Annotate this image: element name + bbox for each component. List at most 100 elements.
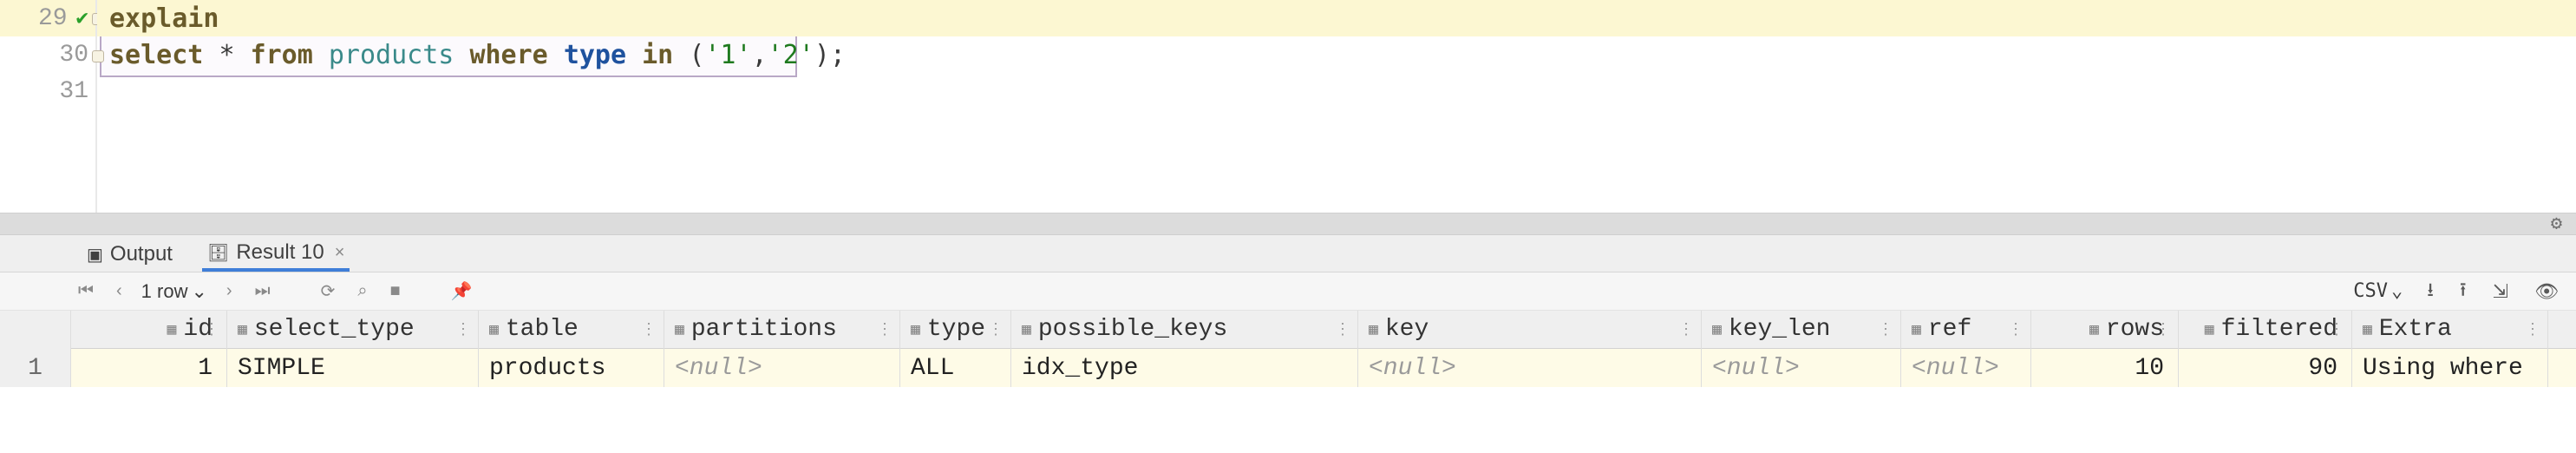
split-view-button[interactable]: ⇲: [2488, 280, 2514, 303]
csv-label: CSV: [2353, 280, 2388, 302]
code-line-31[interactable]: [97, 73, 2576, 109]
result-tabs-bar: ▣ Output 🗄 Result 10 ×: [0, 235, 2576, 272]
gutter-line-31: 31: [0, 73, 95, 109]
column-header-ref[interactable]: ▦ ref ⋮: [1901, 311, 2031, 349]
cell-extra[interactable]: Using where: [2352, 349, 2548, 387]
column-icon: ▦: [1912, 320, 1921, 339]
sort-icon[interactable]: ⋮: [877, 320, 892, 339]
stop-button[interactable]: ■: [387, 281, 404, 301]
row-number-header[interactable]: [0, 311, 71, 349]
cell-key[interactable]: <null>: [1358, 349, 1702, 387]
last-page-button[interactable]: ⏭: [252, 281, 274, 301]
cell-type[interactable]: ALL: [900, 349, 1011, 387]
sort-icon[interactable]: ⋮: [455, 320, 471, 339]
column-icon: ▦: [238, 320, 247, 339]
sort-icon[interactable]: ⋮: [1335, 320, 1350, 339]
first-page-button[interactable]: ⏮: [75, 281, 97, 301]
sort-icon[interactable]: ⋮: [2155, 320, 2171, 339]
semicolon: ;: [830, 40, 846, 70]
find-button[interactable]: ⌕: [354, 281, 370, 301]
column-icon: ▦: [911, 320, 920, 339]
column-label: key_len: [1729, 316, 1831, 343]
code-line-30[interactable]: select * from products where type in ('1…: [97, 36, 2576, 73]
prev-page-button[interactable]: ‹: [113, 281, 126, 301]
check-icon: ✔: [76, 5, 88, 31]
sort-icon[interactable]: ⋮: [2525, 320, 2540, 339]
gear-icon[interactable]: ⚙: [2551, 213, 2562, 235]
column-header-possible-keys[interactable]: ▦possible_keys⋮: [1011, 311, 1358, 349]
column-header-key[interactable]: ▦key⋮: [1358, 311, 1702, 349]
sort-icon[interactable]: ⋮: [988, 320, 1004, 339]
download-button[interactable]: ⭳: [2422, 275, 2439, 308]
table-row[interactable]: 1 1 SIMPLE products <null> ALL idx_type …: [0, 349, 2576, 387]
sort-icon[interactable]: ⋮: [1678, 320, 1694, 339]
column-header-filtered[interactable]: ▦filtered⋮: [2179, 311, 2352, 349]
row-number-cell[interactable]: 1: [0, 349, 71, 387]
cell-possible-keys[interactable]: idx_type: [1011, 349, 1358, 387]
cell-key-len[interactable]: <null>: [1702, 349, 1901, 387]
tab-label: Output: [110, 242, 173, 266]
column-label: select_type: [254, 316, 415, 343]
sort-icon[interactable]: ⋮: [2008, 320, 2024, 339]
ident-type: type: [564, 40, 626, 70]
column-icon: ▦: [675, 320, 684, 339]
cell-ref[interactable]: <null>: [1901, 349, 2031, 387]
sort-icon[interactable]: ⋮: [204, 320, 219, 339]
panel-splitter[interactable]: ⚙: [0, 213, 2576, 235]
column-icon: ▦: [2363, 320, 2372, 339]
column-header-rows[interactable]: ▦rows⋮: [2031, 311, 2179, 349]
keyword-where: where: [469, 40, 547, 70]
keyword-from: from: [251, 40, 313, 70]
column-header-key-len[interactable]: ▦key_len⋮: [1702, 311, 1901, 349]
cell-partitions[interactable]: <null>: [664, 349, 900, 387]
column-icon: ▦: [1022, 320, 1031, 339]
tab-label: Result 10: [236, 240, 324, 265]
chevron-down-icon: ⌄: [191, 280, 206, 303]
column-header-partitions[interactable]: ▦partitions⋮: [664, 311, 900, 349]
ident-products: products: [329, 40, 454, 70]
cell-id[interactable]: 1: [71, 349, 227, 387]
cell-rows[interactable]: 10: [2031, 349, 2179, 387]
row-count-dropdown[interactable]: 1 row ⌄: [141, 280, 207, 303]
editor-gutter: 29 ✔ 30 31: [0, 0, 95, 213]
tab-result-10[interactable]: 🗄 Result 10 ×: [202, 237, 350, 272]
column-header-id[interactable]: ▦id⋮: [71, 311, 227, 349]
result-grid: ▦id⋮ ▦select_type⋮ ▦table⋮ ▦partitions⋮ …: [0, 311, 2576, 387]
line-number: 31: [59, 78, 88, 105]
column-header-type[interactable]: ▦type⋮: [900, 311, 1011, 349]
upload-button[interactable]: ⭱: [2455, 275, 2472, 308]
export-format-dropdown[interactable]: CSV ⌄: [2353, 280, 2403, 302]
column-label: filtered: [2221, 316, 2337, 343]
cell-filtered[interactable]: 90: [2179, 349, 2352, 387]
line-number: 30: [59, 42, 88, 69]
lparen: (: [689, 40, 704, 70]
column-header-extra[interactable]: ▦ Extra ⋮: [2352, 311, 2548, 349]
code-line-29[interactable]: explain: [97, 0, 2576, 36]
sql-editor[interactable]: 29 ✔ 30 31 explain select * from product…: [0, 0, 2576, 213]
column-label: table: [506, 316, 579, 343]
next-page-button[interactable]: ›: [223, 281, 236, 301]
reload-button[interactable]: ⟳: [317, 280, 339, 302]
line-number: 29: [38, 5, 68, 32]
column-icon: ▦: [2089, 320, 2099, 339]
cell-select-type[interactable]: SIMPLE: [227, 349, 479, 387]
literal-2: '2': [768, 40, 814, 70]
cell-table[interactable]: products: [479, 349, 664, 387]
close-icon[interactable]: ×: [335, 243, 345, 263]
chevron-down-icon: ⌄: [2391, 280, 2403, 302]
gutter-line-30: 30: [0, 36, 95, 73]
tab-output[interactable]: ▣ Output: [82, 237, 178, 272]
column-header-select-type[interactable]: ▦ select_type ⋮: [227, 311, 479, 349]
view-button[interactable]: 👁: [2529, 280, 2564, 303]
sort-icon[interactable]: ⋮: [641, 320, 657, 339]
rparen: ): [814, 40, 830, 70]
star: *: [219, 40, 234, 70]
grid-header-row: ▦id⋮ ▦select_type⋮ ▦table⋮ ▦partitions⋮ …: [0, 311, 2576, 349]
column-label: ref: [1928, 316, 1971, 343]
sort-icon[interactable]: ⋮: [1878, 320, 1893, 339]
code-area[interactable]: explain select * from products where typ…: [95, 0, 2576, 213]
pin-button[interactable]: 📌: [448, 280, 476, 302]
column-label: Extra: [2379, 316, 2452, 343]
sort-icon[interactable]: ⋮: [2329, 320, 2344, 339]
column-header-table[interactable]: ▦table⋮: [479, 311, 664, 349]
